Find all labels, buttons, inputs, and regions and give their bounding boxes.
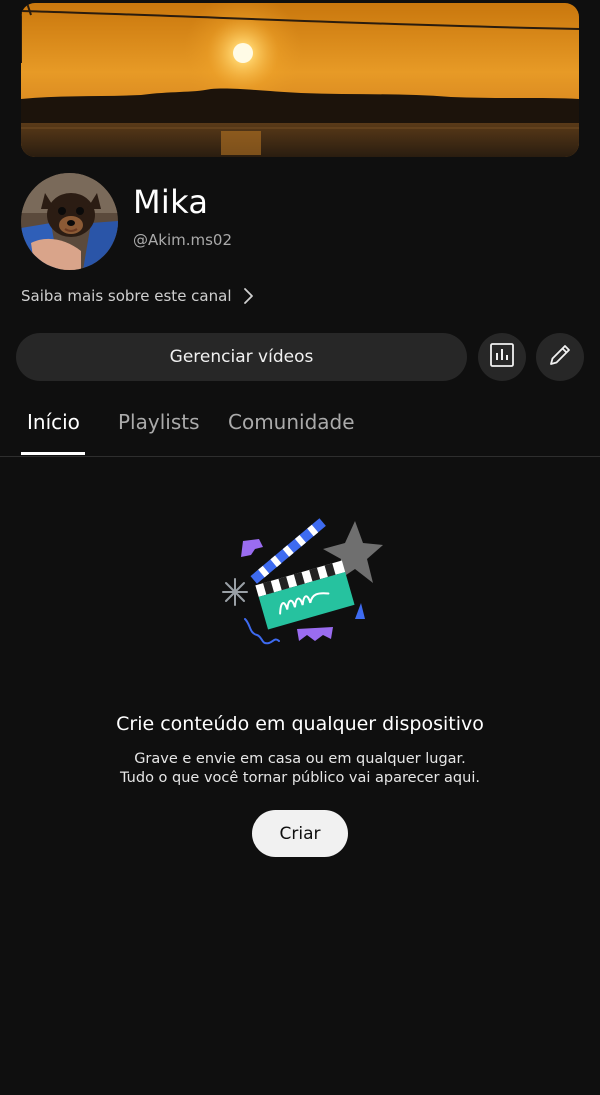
- manage-videos-button[interactable]: Gerenciar vídeos: [16, 333, 467, 381]
- analytics-button[interactable]: [478, 333, 526, 381]
- channel-name: Mika: [133, 183, 209, 221]
- empty-state-line-2: Tudo o que você tornar público vai apare…: [120, 770, 480, 786]
- channel-handle: @Akim.ms02: [133, 231, 233, 249]
- clapperboard-illustration: [215, 515, 390, 655]
- pencil-icon: [547, 342, 573, 372]
- bar-chart-icon: [489, 342, 515, 372]
- channel-banner[interactable]: [21, 3, 579, 157]
- tab-comunidade[interactable]: Comunidade: [228, 412, 355, 432]
- tab-playlists[interactable]: Playlists: [118, 412, 200, 432]
- active-tab-indicator: [21, 452, 85, 455]
- avatar[interactable]: [21, 173, 118, 270]
- empty-state-title: Crie conteúdo em qualquer dispositivo: [116, 713, 484, 735]
- tab-inicio[interactable]: Início: [27, 412, 80, 432]
- about-channel-label: Saiba mais sobre este canal: [21, 287, 232, 305]
- channel-tabs: Início Playlists Comunidade: [0, 400, 600, 457]
- about-channel-link[interactable]: Saiba mais sobre este canal: [21, 284, 256, 308]
- chevron-right-icon: [242, 286, 256, 306]
- create-button[interactable]: Criar: [252, 810, 348, 857]
- empty-state-line-1: Grave e envie em casa ou em qualquer lug…: [134, 751, 466, 767]
- edit-channel-button[interactable]: [536, 333, 584, 381]
